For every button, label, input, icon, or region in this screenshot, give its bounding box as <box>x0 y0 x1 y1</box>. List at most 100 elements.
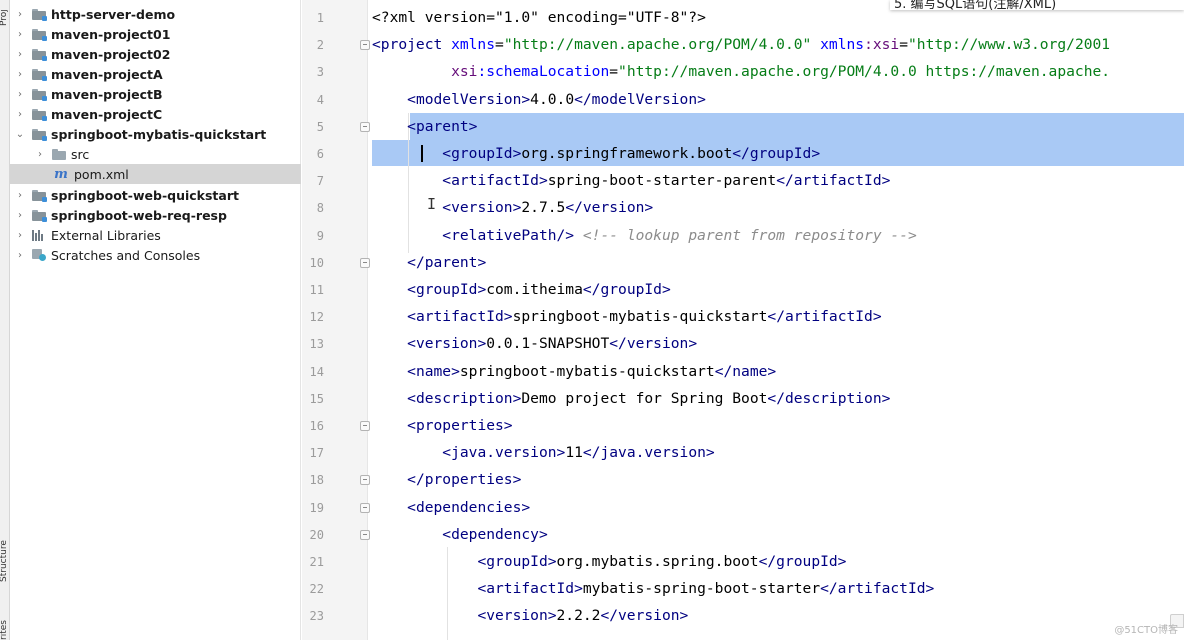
module-folder-icon <box>32 68 47 81</box>
tree-item-springboot-web-quickstart[interactable]: › springboot-web-quickstart <box>10 185 301 205</box>
code-editor[interactable]: 1 2 3 4 5 6 7 8 9 10 11 12 13 14 15 16 17 18 19 20 21 22 23 <?… <box>302 0 1184 640</box>
code-token: <java.version> <box>442 444 566 462</box>
tree-item-external-libraries[interactable]: › External Libraries <box>10 225 301 245</box>
fold-toggle-icon[interactable] <box>360 421 370 431</box>
tree-item-maven-projectC[interactable]: › maven-projectC <box>10 104 301 124</box>
code-token: <artifactId> <box>407 308 513 326</box>
chevron-right-icon[interactable]: › <box>14 209 26 221</box>
code-line[interactable]: <name>springboot-mybatis-quickstart</nam… <box>372 358 776 385</box>
tree-item-pom-xml[interactable]: m pom.xml <box>10 164 301 184</box>
code-token: <groupId> <box>442 145 522 162</box>
code-token: <version> <box>442 199 522 217</box>
code-token: </artifactId> <box>776 172 891 190</box>
line-number: 3 <box>316 65 324 80</box>
tree-item-src[interactable]: › src <box>10 144 301 164</box>
code-token: "http://maven.apache.org/POM/4.0.0 https… <box>618 63 1111 81</box>
chevron-right-icon[interactable]: › <box>34 148 46 160</box>
code-line[interactable]: <version>2.2.2</version> <box>372 602 688 629</box>
code-token: <dependencies> <box>407 498 531 516</box>
fold-toggle-icon[interactable] <box>360 121 370 132</box>
code-token: <!-- lookup parent from repository --> <box>582 226 917 244</box>
chevron-down-icon[interactable]: ⌄ <box>14 128 26 140</box>
code-line[interactable]: xsi:schemaLocation="http://maven.apache.… <box>372 58 1110 85</box>
code-line[interactable]: <artifactId>mybatis-spring-boot-starter<… <box>372 575 934 602</box>
scratches-icon <box>32 249 46 261</box>
module-folder-icon <box>32 28 47 41</box>
code-token: </groupId> <box>758 553 847 570</box>
code-line[interactable]: <version>2.7.5</version> <box>372 194 653 221</box>
code-line[interactable]: </properties> <box>372 466 521 493</box>
chevron-right-icon[interactable]: › <box>14 8 26 20</box>
chevron-right-icon[interactable]: › <box>14 28 26 40</box>
code-token: </java.version> <box>582 444 715 462</box>
code-line[interactable]: <dependency> <box>372 521 547 548</box>
line-number: 22 <box>309 582 324 597</box>
code-line[interactable]: <project xmlns="http://maven.apache.org/… <box>372 31 1110 58</box>
code-line[interactable]: <version>0.0.1-SNAPSHOT</version> <box>372 330 697 357</box>
tree-item-http-server-demo[interactable]: › http-server-demo <box>10 4 301 24</box>
code-token: <version> <box>477 607 557 625</box>
code-line[interactable]: <modelVersion>4.0.0</modelVersion> <box>372 86 706 113</box>
watermark: @51CTO博客 <box>1114 625 1178 636</box>
tree-item-springboot-mybatis-quickstart[interactable]: ⌄ springboot-mybatis-quickstart <box>10 124 301 144</box>
code-line[interactable]: <dependencies> <box>372 494 530 521</box>
chevron-right-icon[interactable]: › <box>14 108 26 120</box>
tree-item-maven-projectB[interactable]: › maven-projectB <box>10 84 301 104</box>
chevron-right-icon[interactable]: › <box>14 249 26 261</box>
module-folder-icon <box>32 108 47 121</box>
fold-toggle-icon[interactable] <box>360 257 370 268</box>
code-line[interactable]: <artifactId>spring-boot-starter-parent</… <box>372 167 890 194</box>
code-line[interactable]: <parent> <box>372 113 477 140</box>
tree-item-maven-project02[interactable]: › maven-project02 <box>10 44 301 64</box>
chevron-right-icon[interactable]: › <box>14 229 26 241</box>
module-folder-icon <box>32 8 47 21</box>
code-token: springboot-mybatis-quickstart <box>459 362 715 380</box>
tree-item-label: maven-projectC <box>51 106 163 122</box>
tree-item-label: maven-project01 <box>51 26 171 42</box>
code-line[interactable]: <java.version>11</java.version> <box>372 439 715 466</box>
line-number: 8 <box>316 201 324 216</box>
tree-item-scratches-and-consoles[interactable]: › Scratches and Consoles <box>10 245 301 265</box>
chevron-right-icon[interactable]: › <box>14 88 26 100</box>
code-line[interactable]: <properties> <box>372 412 512 439</box>
tree-item-springboot-web-req-resp[interactable]: › springboot-web-req-resp <box>10 205 301 225</box>
code-line[interactable]: <?xml version="1.0" encoding="UTF-8"?> <box>372 4 706 31</box>
code-token: <relativePath/> <box>442 226 575 244</box>
tree-item-maven-project01[interactable]: › maven-project01 <box>10 24 301 44</box>
chevron-right-icon[interactable]: › <box>14 189 26 201</box>
tree-item-maven-projectA[interactable]: › maven-projectA <box>10 64 301 84</box>
code-token: <description> <box>407 389 522 407</box>
line-number: 10 <box>309 255 324 270</box>
text-caret <box>421 145 423 162</box>
code-token: <groupId> <box>407 281 487 298</box>
code-line[interactable]: <relativePath/> <!-- lookup parent from … <box>372 222 917 249</box>
code-line[interactable]: <groupId>org.mybatis.spring.boot</groupI… <box>372 548 846 575</box>
code-line[interactable]: <artifactId>springboot-mybatis-quickstar… <box>372 303 881 330</box>
tree-item-label: maven-project02 <box>51 46 171 62</box>
fold-toggle-icon[interactable] <box>360 529 370 540</box>
line-number: 18 <box>309 473 324 488</box>
code-line[interactable]: </parent> <box>372 249 486 276</box>
line-number: 15 <box>309 391 324 406</box>
fold-toggle-icon[interactable] <box>360 40 370 51</box>
chevron-right-icon[interactable]: › <box>14 68 26 80</box>
code-token: = <box>899 36 909 54</box>
fold-toggle-icon[interactable] <box>360 502 370 513</box>
fold-toggle-icon[interactable] <box>360 475 370 486</box>
code-line[interactable]: <description>Demo project for Spring Boo… <box>372 385 890 412</box>
code-line[interactable]: <groupId>org.springframework.boot</group… <box>372 140 820 167</box>
code-line[interactable]: <groupId>com.itheima</groupId> <box>372 276 671 303</box>
code-token: mybatis-spring-boot-starter <box>582 580 821 598</box>
chevron-right-icon[interactable]: › <box>14 48 26 60</box>
code-token: <groupId> <box>477 553 557 570</box>
code-token: "http://www.w3.org/2001 <box>908 36 1111 54</box>
line-number: 4 <box>316 92 324 107</box>
